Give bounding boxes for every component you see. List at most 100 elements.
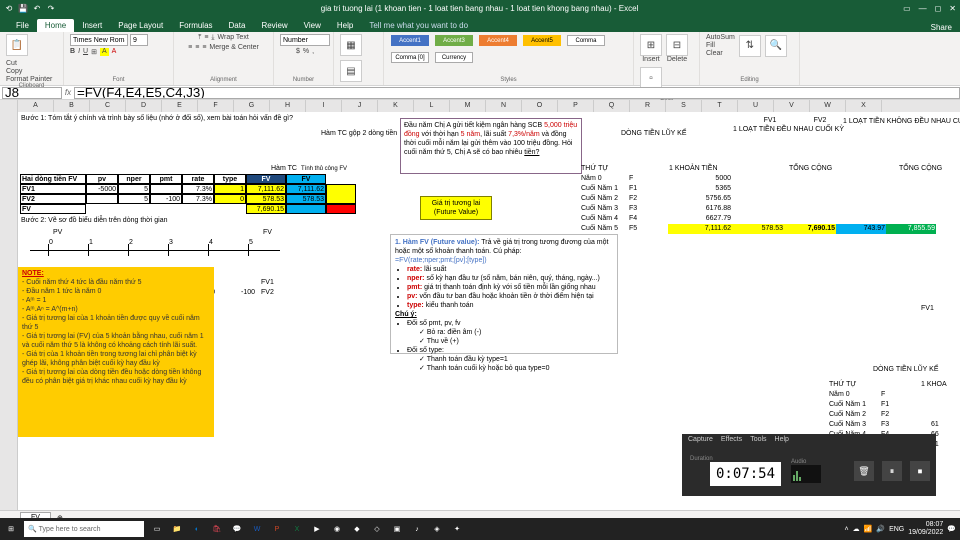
- task-view-icon[interactable]: ▭: [148, 520, 166, 538]
- tab-insert[interactable]: Insert: [74, 19, 110, 32]
- tray-notifications-icon[interactable]: 💬: [947, 525, 956, 533]
- number-format-select[interactable]: [280, 34, 330, 46]
- col-N[interactable]: N: [486, 100, 522, 112]
- tray-volume-icon[interactable]: 🔊: [876, 525, 885, 533]
- ribbon-options-icon[interactable]: ▭: [903, 4, 911, 13]
- app-icon-5[interactable]: ◈: [428, 520, 446, 538]
- save-icon[interactable]: 💾: [18, 3, 28, 13]
- rec-tab-help[interactable]: Help: [775, 436, 789, 443]
- conditional-formatting-button[interactable]: ▦: [340, 34, 362, 56]
- app-icon-1[interactable]: ◆: [348, 520, 366, 538]
- powerpoint-icon[interactable]: P: [268, 520, 286, 538]
- app-icon-3[interactable]: ▣: [388, 520, 406, 538]
- style-accent3[interactable]: Accent3: [435, 35, 473, 46]
- fill-color-button[interactable]: A: [100, 48, 109, 56]
- col-A[interactable]: A: [18, 100, 54, 112]
- tab-view[interactable]: View: [296, 19, 329, 32]
- col-G[interactable]: G: [234, 100, 270, 112]
- align-left-icon[interactable]: ≡: [188, 44, 192, 51]
- tray-lang[interactable]: ENG: [889, 526, 904, 533]
- app-icon-6[interactable]: ✦: [448, 520, 466, 538]
- style-currency[interactable]: Currency: [435, 52, 473, 63]
- col-X[interactable]: X: [846, 100, 882, 112]
- align-top-icon[interactable]: ⤒: [198, 34, 201, 42]
- style-comma[interactable]: Comma: [567, 35, 605, 46]
- tab-pagelayout[interactable]: Page Layout: [110, 19, 171, 32]
- zalo-icon[interactable]: 💬: [228, 520, 246, 538]
- app-icon-4[interactable]: ♪: [408, 520, 426, 538]
- grid-body[interactable]: // placeholder (row headers rendered sta…: [0, 112, 940, 510]
- insert-cells-button[interactable]: ⊞: [640, 34, 662, 56]
- autosum-button[interactable]: AutoSum: [706, 34, 735, 41]
- underline-button[interactable]: U: [83, 48, 88, 56]
- align-right-icon[interactable]: ≡: [202, 44, 206, 51]
- col-P[interactable]: P: [558, 100, 594, 112]
- rec-pause-button[interactable]: ⏸: [882, 461, 902, 481]
- autosave-icon[interactable]: ⟲: [4, 3, 14, 13]
- style-accent1[interactable]: Accent1: [391, 35, 429, 46]
- cut-button[interactable]: Cut: [6, 60, 52, 67]
- style-accent4[interactable]: Accent4: [479, 35, 517, 46]
- col-D[interactable]: D: [126, 100, 162, 112]
- col-K[interactable]: K: [378, 100, 414, 112]
- tab-help[interactable]: Help: [329, 19, 361, 32]
- col-U[interactable]: U: [738, 100, 774, 112]
- rec-stop-button[interactable]: ⏹: [910, 461, 930, 481]
- rec-delete-button[interactable]: 🗑: [854, 461, 874, 481]
- undo-icon[interactable]: ↶: [32, 3, 42, 13]
- align-center-icon[interactable]: ≡: [195, 44, 199, 51]
- col-R[interactable]: R: [630, 100, 666, 112]
- tab-home[interactable]: Home: [37, 19, 74, 32]
- sort-filter-button[interactable]: ⇅: [739, 35, 761, 57]
- tray-wifi-icon[interactable]: 📶: [864, 525, 873, 533]
- col-E[interactable]: E: [162, 100, 198, 112]
- rec-tab-capture[interactable]: Capture: [688, 436, 713, 443]
- col-W[interactable]: W: [810, 100, 846, 112]
- col-T[interactable]: T: [702, 100, 738, 112]
- font-family-select[interactable]: [70, 34, 128, 46]
- find-select-button[interactable]: 🔍: [765, 35, 787, 57]
- font-size-select[interactable]: [130, 34, 148, 46]
- col-Q[interactable]: Q: [594, 100, 630, 112]
- tab-review[interactable]: Review: [253, 19, 295, 32]
- share-button[interactable]: Share: [931, 23, 952, 32]
- italic-button[interactable]: I: [78, 48, 80, 56]
- start-button[interactable]: ⊞: [0, 518, 22, 540]
- format-as-table-button[interactable]: ▤: [340, 60, 362, 82]
- col-J[interactable]: J: [342, 100, 378, 112]
- worksheet-grid[interactable]: A B C D E F G H I J K L M N O P Q R S T …: [0, 100, 960, 510]
- currency-icon[interactable]: $: [296, 48, 300, 55]
- col-S[interactable]: S: [666, 100, 702, 112]
- app-icon-2[interactable]: ◇: [368, 520, 386, 538]
- tab-formulas[interactable]: Formulas: [171, 19, 220, 32]
- explorer-icon[interactable]: 📁: [168, 520, 186, 538]
- style-accent5[interactable]: Accent5: [523, 35, 561, 46]
- col-O[interactable]: O: [522, 100, 558, 112]
- edge-icon[interactable]: ◐: [188, 520, 206, 538]
- camtasia-icon[interactable]: ▶: [308, 520, 326, 538]
- name-box[interactable]: [2, 87, 62, 99]
- format-painter-button[interactable]: Format Painter: [6, 76, 52, 83]
- close-icon[interactable]: ✕: [949, 4, 956, 13]
- col-F[interactable]: F: [198, 100, 234, 112]
- rec-tab-tools[interactable]: Tools: [750, 436, 766, 443]
- col-V[interactable]: V: [774, 100, 810, 112]
- formula-input[interactable]: [74, 87, 960, 99]
- col-M[interactable]: M: [450, 100, 486, 112]
- percent-icon[interactable]: %: [303, 48, 309, 55]
- delete-cells-button[interactable]: ⊟: [666, 34, 688, 56]
- tray-onedrive-icon[interactable]: ☁: [853, 525, 860, 533]
- fill-button[interactable]: Fill: [706, 42, 735, 49]
- merge-center-button[interactable]: Merge & Center: [209, 44, 258, 51]
- font-color-button[interactable]: A: [112, 48, 117, 56]
- style-comma0[interactable]: Comma [0]: [391, 52, 429, 63]
- align-middle-icon[interactable]: ≡: [204, 34, 208, 42]
- col-H[interactable]: H: [270, 100, 306, 112]
- rec-tab-effects[interactable]: Effects: [721, 436, 742, 443]
- wrap-text-button[interactable]: Wrap Text: [218, 34, 249, 42]
- store-icon[interactable]: 🛍: [208, 520, 226, 538]
- align-bottom-icon[interactable]: ⤓: [211, 34, 214, 42]
- tab-file[interactable]: File: [8, 19, 37, 32]
- border-button[interactable]: ⊞: [91, 48, 97, 56]
- word-icon[interactable]: W: [248, 520, 266, 538]
